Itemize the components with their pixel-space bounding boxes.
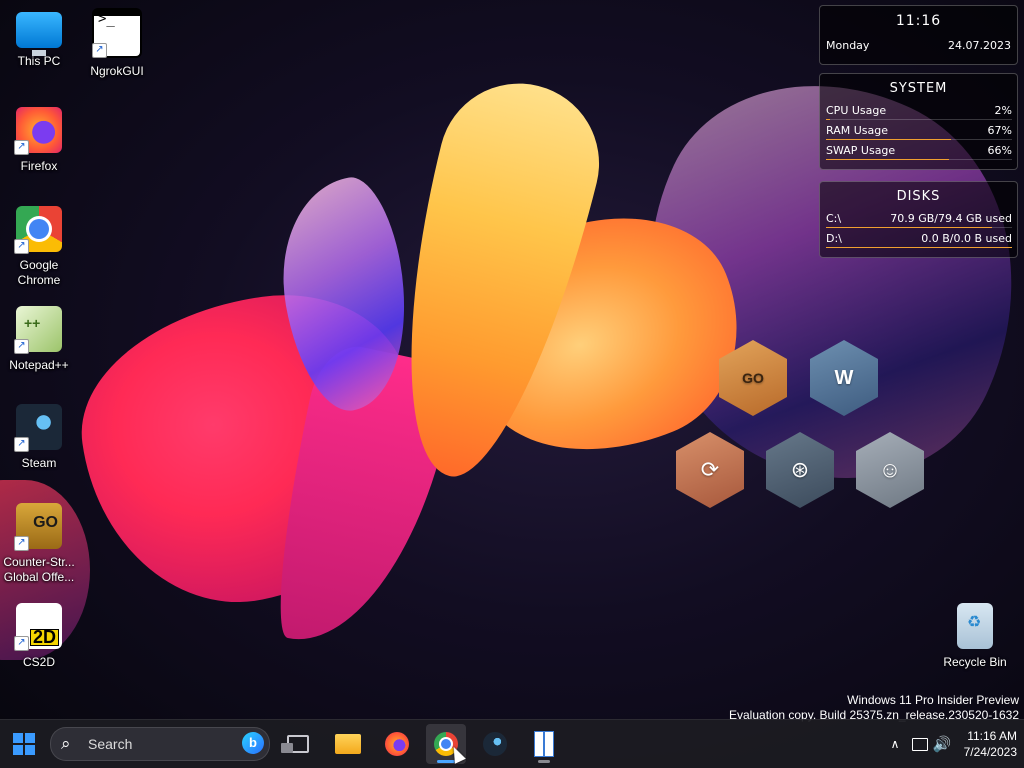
wallpaper-ribbon-pink-tail: [260, 338, 460, 662]
watermark-edition: Windows 11 Pro Insider Preview: [847, 693, 1019, 707]
disk-d-row: D:\ 0.0 B/0.0 B used: [820, 230, 1017, 250]
firefox-icon: ↗: [14, 107, 62, 155]
windows-logo-icon: [13, 733, 35, 755]
taskbar-clock[interactable]: 11:16 AM 7/24/2023: [955, 720, 1017, 768]
widget-time: 11:16: [895, 13, 942, 29]
wallpaper-ribbon-glass: [265, 171, 425, 419]
steam-icon: ↗: [14, 404, 62, 452]
launcher-discord-button[interactable]: ☺: [856, 432, 924, 508]
taskbar-task-view-button[interactable]: [278, 724, 318, 764]
taskbar-file-explorer-button[interactable]: [328, 724, 368, 764]
shortcut-arrow-icon: ↗: [14, 140, 29, 155]
desktop-icon-label: NgrokGUI: [90, 64, 144, 78]
wallpaper-ribbon-pink: [65, 278, 435, 622]
desktop-icon-label: Counter-Str... Global Offe...: [3, 555, 75, 584]
desktop-icon-this-pc[interactable]: This PC: [0, 8, 78, 69]
wallpaper-ribbon-yellow: [363, 66, 617, 494]
desktop-icon-ngrokgui[interactable]: >_ ↗ NgrokGUI: [78, 8, 156, 79]
cpu-usage-row: CPU Usage 2%: [820, 102, 1017, 122]
recycle-bin-icon: ♻: [957, 603, 993, 649]
start-button[interactable]: [8, 728, 40, 760]
volume-button[interactable]: 🔊: [931, 720, 953, 768]
taskbar-search-box[interactable]: ⌕ Search b: [50, 727, 270, 761]
speaker-icon: 🔊: [932, 736, 952, 753]
headphones-icon: W: [834, 366, 854, 389]
taskbar-steam-button[interactable]: [475, 724, 515, 764]
shortcut-arrow-icon: ↗: [14, 339, 29, 354]
widget-date: 24.07.2023: [948, 39, 1011, 52]
cpu-usage-bar: [826, 119, 830, 120]
folder-icon: [335, 734, 361, 754]
firefox-icon: [385, 732, 409, 756]
desktop-icon-label: Firefox: [20, 159, 58, 173]
system-widget-title: SYSTEM: [889, 81, 948, 96]
launcher-ccleaner-button[interactable]: ⟳: [676, 432, 744, 508]
desktop-icon-csgo[interactable]: GO ↗ Counter-Str... Global Offe...: [0, 503, 78, 585]
swap-usage-bar: [826, 159, 949, 160]
terminal-icon: >_ ↗: [92, 8, 142, 58]
disk-d-bar: [826, 247, 1012, 248]
csgo-icon: GO ↗: [14, 503, 62, 551]
clock-widget: 11:16 Monday 24.07.2023: [819, 5, 1018, 65]
launcher-steam-button[interactable]: ⊛: [766, 432, 834, 508]
desktop-icon-firefox[interactable]: ↗ Firefox: [0, 107, 78, 174]
launcher-csgo-button[interactable]: GO: [719, 340, 787, 416]
taskbar-date: 7/24/2023: [963, 745, 1017, 759]
ram-usage-row: RAM Usage 67%: [820, 122, 1017, 142]
desktop-icon-notepadpp[interactable]: ++ ↗ Notepad++: [0, 306, 78, 373]
desktop-icon-steam[interactable]: ↗ Steam: [0, 404, 78, 471]
chevron-up-icon: ∧: [890, 737, 900, 751]
network-icon: [912, 737, 928, 751]
search-placeholder: Search: [88, 736, 133, 752]
system-widget: SYSTEM CPU Usage 2% RAM Usage 67% SWAP U…: [819, 73, 1018, 170]
disks-widget-title: DISKS: [896, 189, 941, 204]
shortcut-arrow-icon: ↗: [14, 437, 29, 452]
taskbar-books-app-button[interactable]: [524, 724, 564, 764]
search-icon: ⌕: [61, 734, 71, 753]
computer-icon: [16, 12, 62, 56]
desktop-icon-label: Recycle Bin: [943, 655, 1007, 669]
task-view-icon: [281, 735, 309, 753]
discord-icon: ☺: [878, 457, 902, 482]
running-indicator: [538, 760, 550, 763]
bing-icon[interactable]: b: [242, 732, 264, 754]
disk-c-row: C:\ 70.9 GB/79.4 GB used: [820, 210, 1017, 230]
desktop-icon-label: Steam: [21, 456, 57, 470]
network-button[interactable]: [909, 720, 931, 768]
steam-icon: [483, 732, 507, 756]
desktop-icon-cs2d[interactable]: 2D ↗ CS2D: [0, 603, 78, 670]
taskbar-firefox-button[interactable]: [377, 724, 417, 764]
desktop-icon-label: CS2D: [22, 655, 55, 669]
taskbar: ⌕ Search b ∧ 🔊 11:16 AM 7/24/2023: [0, 719, 1024, 768]
ccleaner-icon: ⟳: [700, 457, 720, 482]
swap-usage-row: SWAP Usage 66%: [820, 142, 1017, 162]
cs2d-icon: 2D ↗: [14, 603, 62, 651]
chrome-icon: ↗: [14, 206, 62, 254]
steam-icon: ⊛: [790, 457, 810, 482]
notepadpp-icon: ++ ↗: [14, 306, 62, 354]
shortcut-arrow-icon: ↗: [14, 536, 29, 551]
taskbar-time: 11:16 AM: [967, 729, 1017, 743]
desktop-icon-google-chrome[interactable]: ↗ Google Chrome: [0, 206, 78, 288]
book-icon: [534, 731, 554, 757]
active-indicator: [437, 760, 455, 763]
shortcut-arrow-icon: ↗: [14, 636, 29, 651]
desktop-icon-recycle-bin[interactable]: ♻ Recycle Bin: [936, 603, 1014, 670]
desktop-icon-label: This PC: [17, 54, 61, 68]
disks-widget: DISKS C:\ 70.9 GB/79.4 GB used D:\ 0.0 B…: [819, 181, 1018, 258]
launcher-wallpaper-engine-button[interactable]: W: [810, 340, 878, 416]
widget-day: Monday: [826, 39, 870, 52]
desktop-icon-label: Google Chrome: [17, 258, 61, 287]
ram-usage-bar: [826, 139, 951, 140]
shortcut-arrow-icon: ↗: [14, 239, 29, 254]
disk-c-bar: [826, 227, 992, 228]
shortcut-arrow-icon: ↗: [92, 43, 107, 58]
desktop-icon-label: Notepad++: [9, 358, 69, 372]
show-hidden-icons-button[interactable]: ∧: [885, 720, 905, 768]
csgo-icon: GO: [742, 370, 764, 386]
